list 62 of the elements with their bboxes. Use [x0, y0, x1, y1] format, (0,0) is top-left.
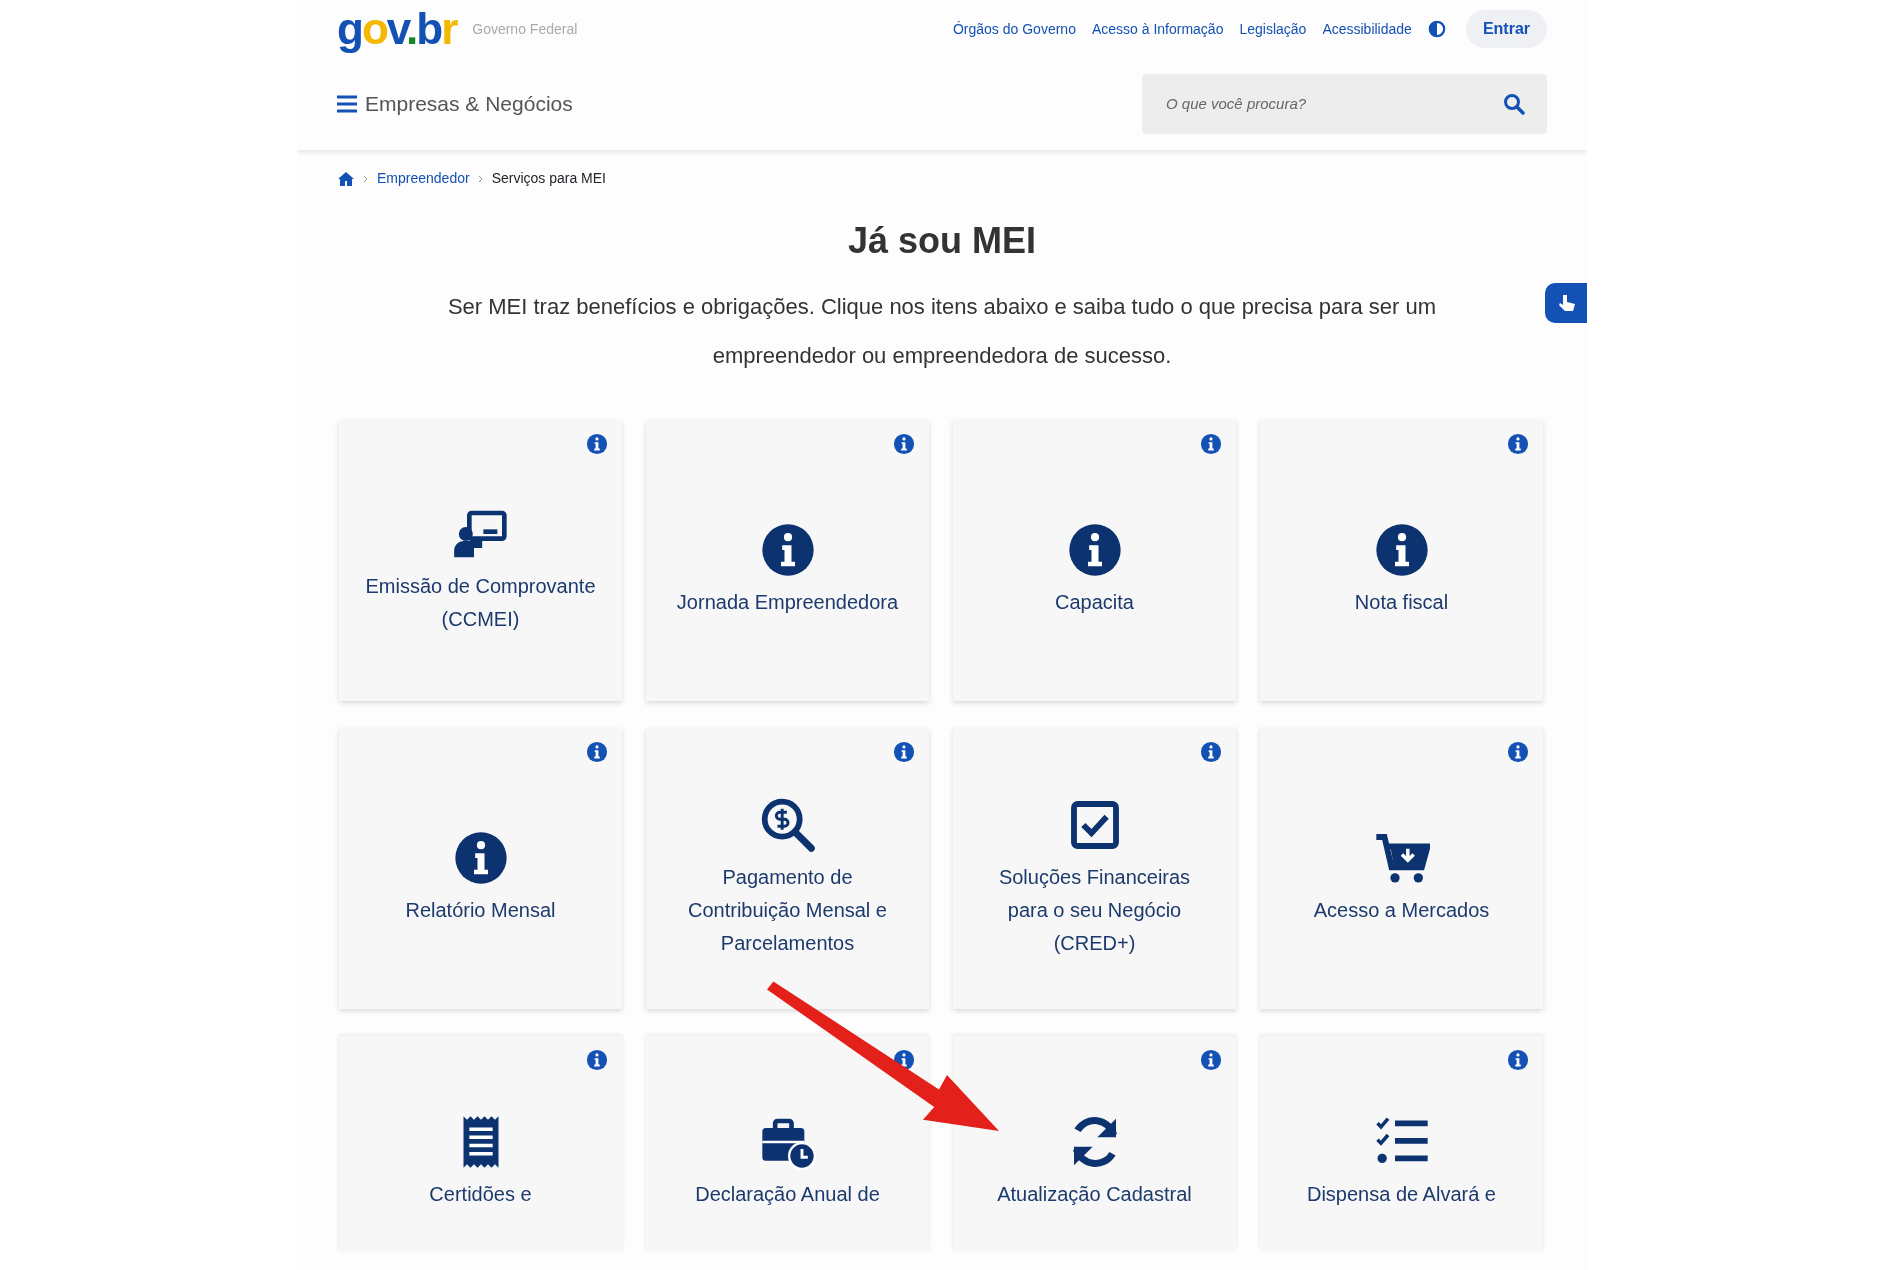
info-icon[interactable]	[586, 741, 608, 764]
magnifier-dollar-icon	[759, 797, 816, 854]
service-card[interactable]: Jornada Empreendedora	[646, 420, 929, 702]
intro-text: Ser MEI traz benefícios e obrigações. Clique nos itens abaixo e saiba tudo o que precisa para ser um empreendedor ou empreendedora de sucesso.	[446, 293, 1438, 371]
info-icon[interactable]	[1200, 433, 1222, 456]
logo[interactable]: gov.br	[337, 7, 457, 51]
card-title: Pagamento de Contribuição Mensal e Parcelamentos	[687, 865, 888, 957]
service-card[interactable]: Atualização Cadastral	[953, 1036, 1236, 1252]
card-title: Acesso a Mercados	[1313, 898, 1490, 924]
card-title: Emissão de Comprovante (CCMEI)	[365, 573, 596, 632]
service-card[interactable]: Dispensa de Alvará e	[1260, 1036, 1543, 1252]
top-link[interactable]: Órgãos do Governo	[952, 18, 1076, 40]
accessibility-button[interactable]	[1545, 283, 1587, 323]
search-icon	[1503, 93, 1525, 115]
info-icon[interactable]	[1200, 1049, 1222, 1072]
chevron-icon	[477, 174, 484, 183]
service-card[interactable]: Emissão de Comprovante (CCMEI)	[339, 420, 622, 702]
contrast-icon[interactable]	[1427, 20, 1446, 38]
card-title: Declaração Anual de	[695, 1182, 880, 1208]
search-bar[interactable]: O que você procura?	[1142, 74, 1547, 134]
info-icon	[452, 830, 509, 887]
top-link[interactable]: Acesso à Informação	[1091, 18, 1224, 40]
card-title: Nota fiscal	[1354, 590, 1449, 616]
top-link[interactable]: Acessibilidade	[1322, 18, 1412, 40]
service-card[interactable]: Declaração Anual de	[646, 1036, 929, 1252]
chevron-icon	[363, 174, 369, 183]
info-icon[interactable]	[1507, 1049, 1529, 1072]
breadcrumb-current: Serviços para MEI	[491, 169, 606, 188]
login-button[interactable]: Entrar	[1465, 10, 1547, 48]
menu-icon[interactable]	[337, 95, 357, 113]
info-icon[interactable]	[586, 1049, 608, 1072]
service-card[interactable]: Nota fiscal	[1260, 420, 1543, 702]
card-title: Relatório Mensal	[405, 898, 556, 924]
service-card[interactable]: Pagamento de Contribuição Mensal e Parcelamentos	[646, 728, 929, 1010]
search-field[interactable]: O que você procura?	[1164, 91, 1503, 117]
info-icon[interactable]	[1507, 741, 1529, 764]
hand-icon	[1556, 292, 1578, 314]
service-card[interactable]: Certidões e	[339, 1036, 622, 1252]
info-icon	[759, 522, 816, 579]
info-icon[interactable]	[586, 433, 608, 456]
card-title: Jornada Empreendedora	[676, 590, 899, 616]
breadcrumb-link[interactable]: Empreendedor	[377, 168, 470, 189]
info-icon[interactable]	[1507, 433, 1529, 456]
card-title: Dispensa de Alvará e	[1307, 1182, 1496, 1208]
info-icon	[1373, 522, 1430, 579]
card-title: Atualização Cadastral	[997, 1182, 1192, 1208]
top-link[interactable]: Legislação	[1239, 18, 1307, 40]
service-card[interactable]: Acesso a Mercados	[1260, 728, 1543, 1010]
info-icon	[1066, 522, 1123, 579]
card-title: Capacita	[1055, 590, 1134, 616]
home-icon[interactable]	[337, 170, 355, 187]
card-title: Soluções Financeiras para o seu Negócio (CRED+)	[997, 865, 1192, 957]
info-icon[interactable]	[893, 741, 915, 764]
section-title: Empresas & Negócios	[365, 91, 573, 118]
service-card[interactable]: Relatório Mensal	[339, 728, 622, 1010]
page-title: Já sou MEI	[846, 219, 1038, 263]
service-card[interactable]: Soluções Financeiras para o seu Negócio (CRED+)	[953, 728, 1236, 1010]
service-card[interactable]: Capacita	[953, 420, 1236, 702]
info-icon[interactable]	[1200, 741, 1222, 764]
card-title: Certidões e	[429, 1182, 532, 1208]
info-icon[interactable]	[893, 433, 915, 456]
site-subtitle: Governo Federal	[472, 19, 578, 39]
